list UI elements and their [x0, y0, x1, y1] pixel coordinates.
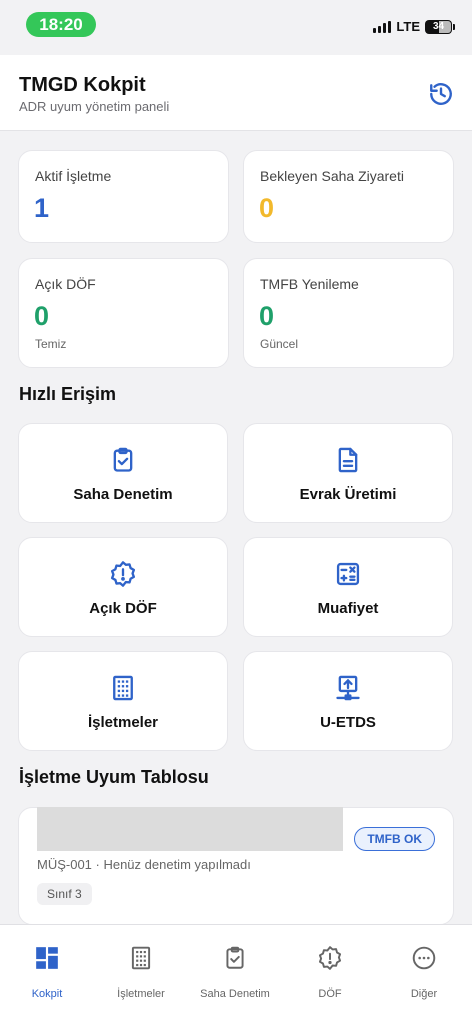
calculator-icon: [336, 562, 360, 586]
tile-isletmeler[interactable]: İşletmeler: [18, 651, 228, 751]
alert-badge-icon: [318, 946, 342, 970]
stat-card-tmfb-renewal[interactable]: TMFB Yenileme 0 Güncel: [243, 258, 454, 368]
stat-card-open-dof[interactable]: Açık DÖF 0 Temiz: [18, 258, 229, 368]
building-icon: [131, 946, 151, 970]
stat-label: Bekleyen Saha Ziyareti: [260, 168, 404, 184]
battery-level: 34: [432, 21, 445, 32]
status-bar: 18:20 LTE 34: [0, 0, 472, 50]
stat-note: Temiz: [35, 337, 67, 351]
status-indicators: LTE 34: [373, 19, 455, 34]
stat-label: Açık DÖF: [35, 276, 96, 292]
tab-label: İşletmeler: [117, 988, 165, 1000]
stat-label: TMFB Yenileme: [260, 276, 359, 292]
tab-isletmeler[interactable]: İşletmeler: [94, 925, 188, 1024]
tile-label: U-ETDS: [320, 714, 376, 731]
compliance-description: MÜŞ-001 · Henüz denetim yapılmadı: [37, 857, 251, 872]
tab-kokpit[interactable]: Kokpit: [0, 925, 94, 1024]
more-icon: [412, 946, 436, 970]
tile-evrak-uretimi[interactable]: Evrak Üretimi: [243, 423, 453, 523]
stat-value: 0: [259, 301, 275, 331]
tile-label: Saha Denetim: [73, 486, 173, 503]
tab-bar: Kokpit İşletmeler Saha Denetim DÖF Diğer: [0, 924, 472, 1024]
tile-acik-dof[interactable]: Açık DÖF: [18, 537, 228, 637]
tile-label: Muafiyet: [317, 600, 379, 617]
network-label: LTE: [396, 19, 420, 34]
tab-label: DÖF: [318, 988, 342, 1000]
tile-label: Evrak Üretimi: [299, 486, 397, 503]
tab-label: Diğer: [410, 988, 438, 1000]
tab-label: Saha Denetim: [200, 988, 270, 1000]
history-icon: [430, 83, 452, 105]
status-badge: TMFB OK: [354, 827, 435, 851]
tile-label: Açık DÖF: [89, 600, 157, 617]
compliance-card[interactable]: TMFB OK MÜŞ-001 · Henüz denetim yapılmad…: [18, 807, 454, 925]
building-icon: [113, 675, 133, 701]
tile-label: İşletmeler: [87, 714, 159, 731]
stat-value: 0: [259, 193, 275, 223]
document-icon: [338, 447, 358, 473]
page-subtitle: ADR uyum yönetim paneli: [19, 99, 170, 114]
stat-card-active-business[interactable]: Aktif İşletme 1: [18, 150, 229, 243]
tile-muafiyet[interactable]: Muafiyet: [243, 537, 453, 637]
clipboard-check-icon: [113, 447, 133, 472]
page-title: TMGD Kokpit: [19, 74, 146, 96]
upload-network-icon: [336, 675, 360, 701]
quick-access-title: Hızlı Erişim: [19, 384, 117, 404]
class-chip: Sınıf 3: [37, 883, 92, 905]
dashboard-icon: [36, 947, 58, 969]
history-button[interactable]: [428, 81, 454, 107]
stat-note: Güncel: [260, 337, 299, 351]
stat-label: Aktif İşletme: [35, 168, 112, 184]
tab-diger[interactable]: Diğer: [377, 925, 471, 1024]
status-time: 18:20: [26, 12, 96, 37]
tab-label: Kokpit: [31, 988, 63, 1000]
stat-card-pending-visits[interactable]: Bekleyen Saha Ziyareti 0: [243, 150, 454, 243]
clipboard-check-icon: [226, 946, 244, 969]
business-name-placeholder: [37, 807, 343, 851]
stat-value: 1: [34, 193, 50, 223]
tab-saha-denetim[interactable]: Saha Denetim: [188, 925, 282, 1024]
stat-value: 0: [34, 301, 50, 331]
compliance-title: İşletme Uyum Tablosu: [19, 767, 209, 787]
tile-u-etds[interactable]: U-ETDS: [243, 651, 453, 751]
battery-icon: 34: [425, 19, 455, 34]
tab-dof[interactable]: DÖF: [283, 925, 377, 1024]
alert-badge-icon: [110, 561, 136, 587]
tile-saha-denetim[interactable]: Saha Denetim: [18, 423, 228, 523]
app-header: TMGD Kokpit ADR uyum yönetim paneli: [0, 55, 472, 131]
signal-icon: [373, 20, 392, 33]
